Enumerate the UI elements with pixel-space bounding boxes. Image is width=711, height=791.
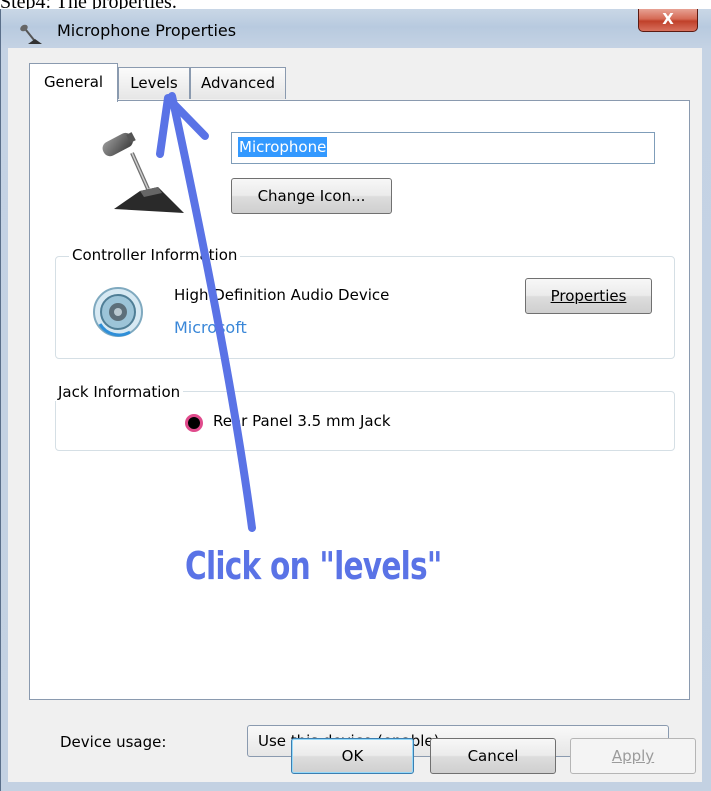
apply-label: Apply (611, 747, 655, 765)
speaker-icon (93, 287, 143, 337)
controller-device-name: High Definition Audio Device (174, 286, 390, 304)
device-usage-label: Device usage: (60, 733, 167, 751)
properties-label: Properties (550, 287, 627, 305)
ok-button[interactable]: OK (291, 738, 414, 774)
jack-color-icon (185, 414, 203, 432)
tab-levels[interactable]: Levels (118, 67, 190, 99)
window-title: Microphone Properties (57, 21, 237, 40)
apply-button[interactable]: Apply (570, 738, 696, 774)
change-icon-label: Change Icon... (257, 187, 366, 205)
jack-info-legend: Jack Information (55, 383, 184, 401)
microphone-icon (20, 24, 42, 44)
tab-general[interactable]: General (29, 63, 118, 102)
annotation-text: Click on "levels" (185, 544, 442, 588)
microphone-device-icon (102, 132, 184, 213)
close-button[interactable]: X (638, 9, 698, 32)
device-name-value: Microphone (238, 137, 328, 157)
jack-description: Rear Panel 3.5 mm Jack (213, 412, 391, 430)
controller-vendor-link[interactable]: Microsoft (174, 318, 247, 337)
device-name-input[interactable]: Microphone (231, 132, 655, 164)
controller-info-legend: Controller Information (69, 246, 241, 264)
tab-advanced[interactable]: Advanced (190, 67, 286, 99)
properties-button[interactable]: Properties (525, 278, 652, 314)
cancel-button[interactable]: Cancel (430, 738, 556, 774)
change-icon-button[interactable]: Change Icon... (231, 178, 392, 214)
